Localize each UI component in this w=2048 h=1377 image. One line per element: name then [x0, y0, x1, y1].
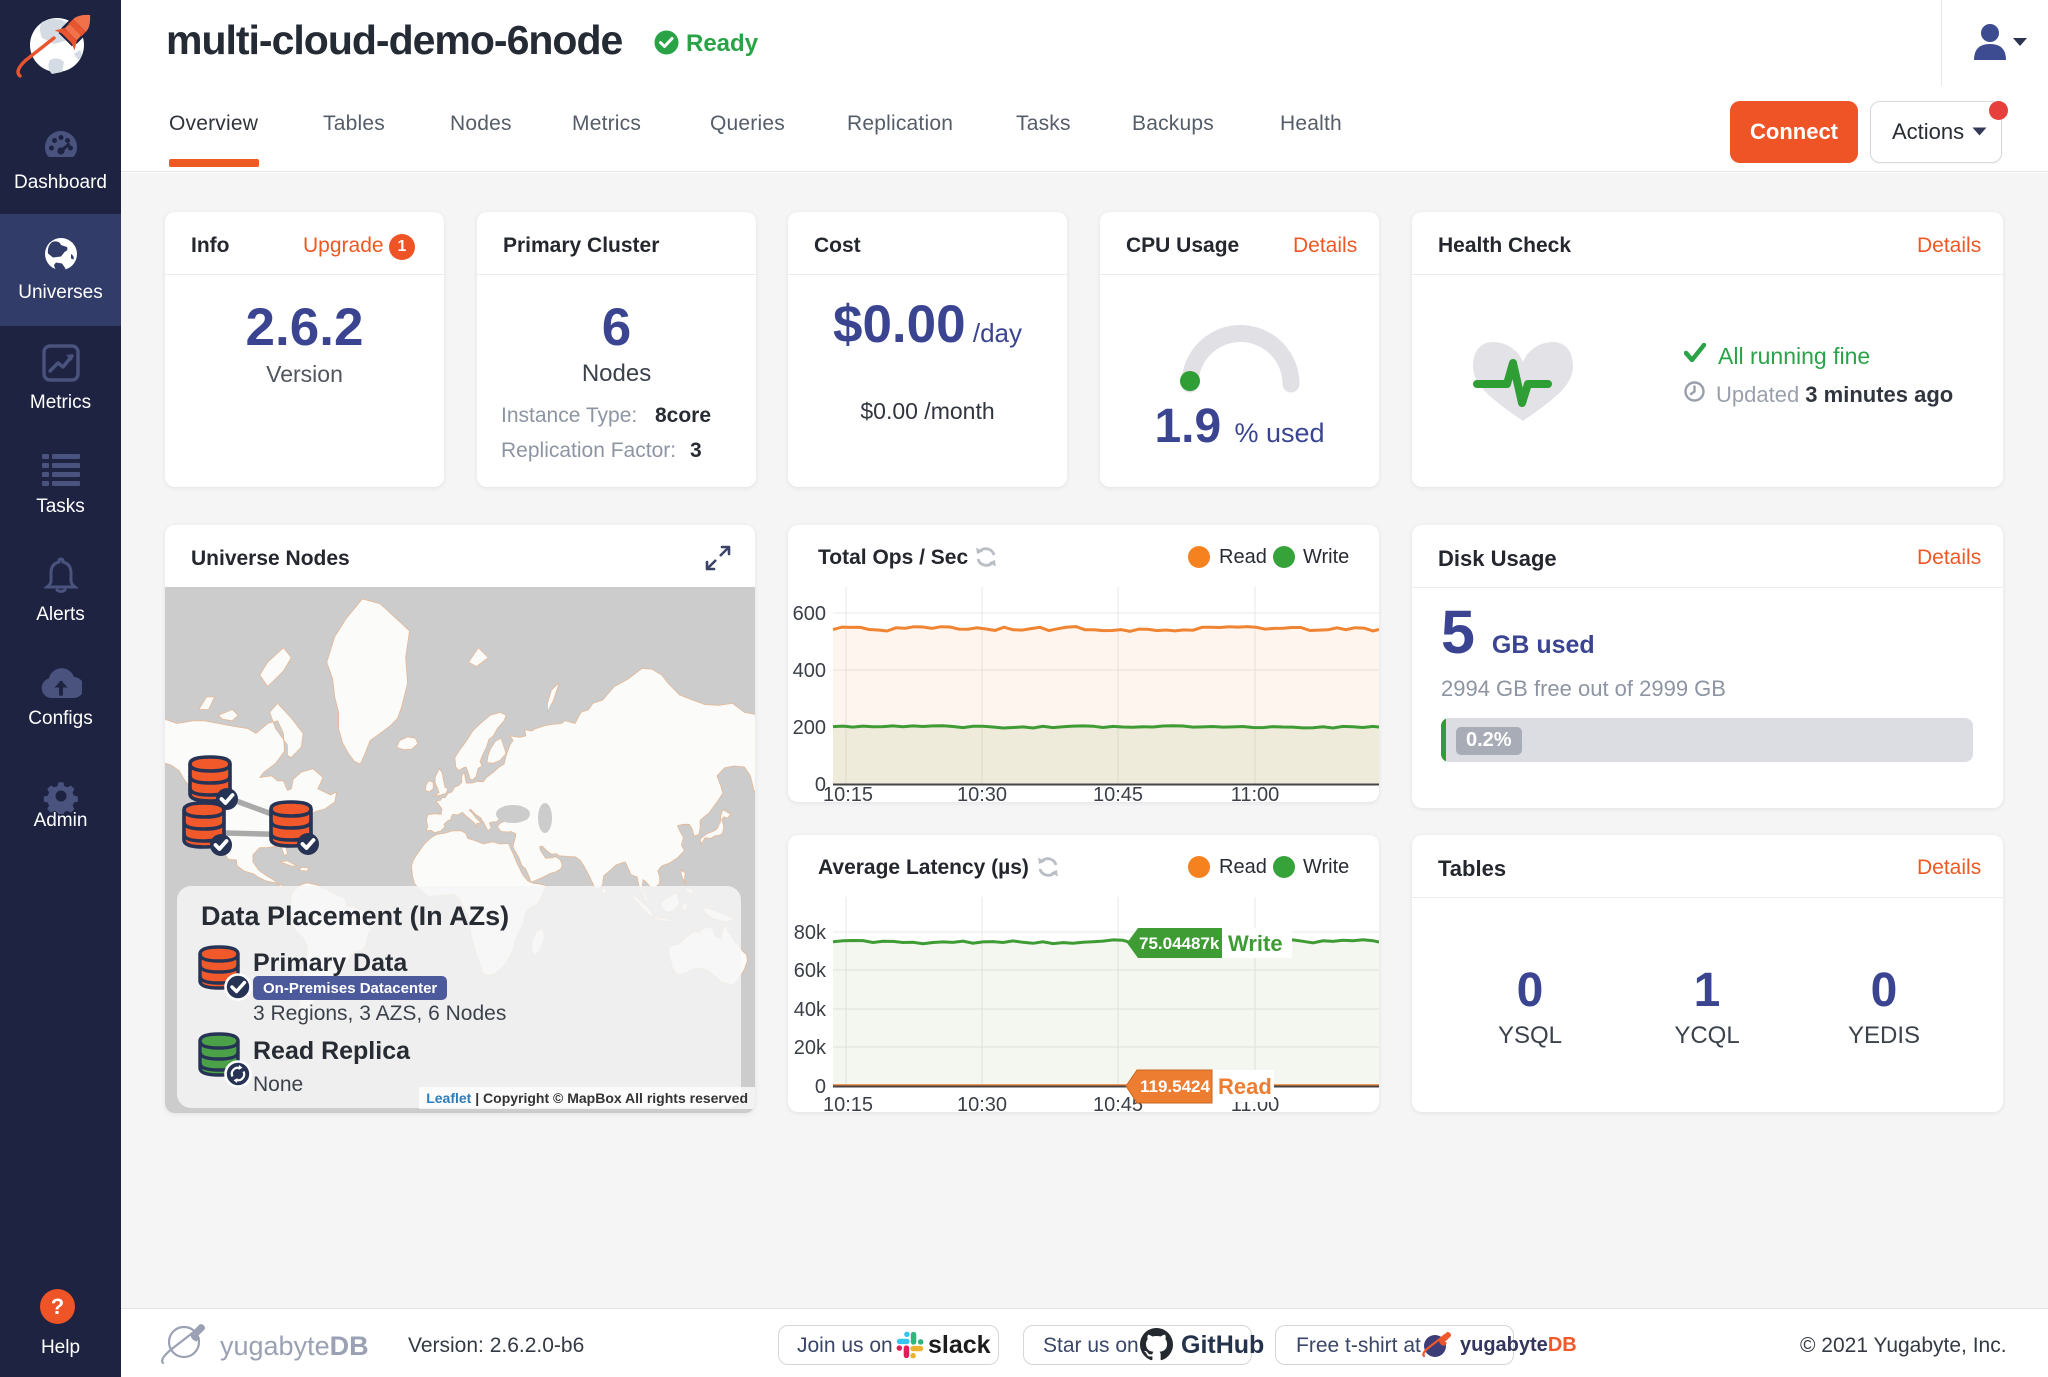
- svg-text:10:15: 10:15: [823, 1094, 873, 1112]
- svg-text:10:15: 10:15: [823, 784, 873, 802]
- svg-text:600: 600: [793, 603, 826, 625]
- svg-text:11:00: 11:00: [1231, 784, 1280, 802]
- svg-text:10:30: 10:30: [957, 784, 1007, 802]
- svg-text:75.04487k: 75.04487k: [1139, 934, 1220, 953]
- svg-text:10:45: 10:45: [1093, 784, 1143, 802]
- svg-text:60k: 60k: [794, 960, 827, 982]
- svg-text:119.5424: 119.5424: [1140, 1077, 1211, 1096]
- svg-text:10:30: 10:30: [957, 1094, 1007, 1112]
- svg-text:?: ?: [51, 1294, 64, 1319]
- svg-text:Read: Read: [1218, 1074, 1272, 1099]
- svg-text:80k: 80k: [794, 922, 827, 944]
- svg-text:Write: Write: [1228, 931, 1283, 956]
- svg-text:20k: 20k: [794, 1037, 827, 1059]
- svg-text:400: 400: [793, 660, 826, 682]
- svg-text:200: 200: [793, 717, 826, 739]
- svg-text:40k: 40k: [794, 999, 827, 1021]
